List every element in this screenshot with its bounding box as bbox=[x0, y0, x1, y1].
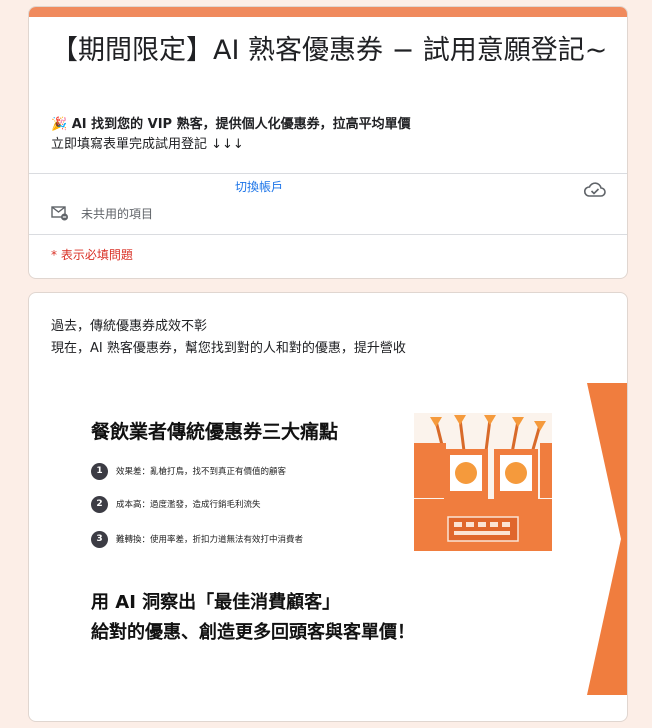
pain-point-text: 成本高：過度濫發，造成行銷毛利流失 bbox=[116, 500, 261, 510]
banner-heading: 餐飲業者傳統優惠券三大痛點 bbox=[91, 421, 339, 443]
form-description-line2: 立即填寫表單完成試用登記 ↓↓↓ bbox=[51, 137, 244, 152]
pain-point-2: 2 成本高：過度濫發，造成行銷毛利流失 bbox=[91, 494, 261, 514]
pain-point-number: 1 bbox=[91, 462, 108, 480]
pain-point-3: 3 難轉換：使用率差，折扣力道無法有效打中消費者 bbox=[91, 529, 303, 549]
intro-text-line2: 現在，AI 熟客優惠券，幫您找到對的人和對的優惠，提升營收 bbox=[51, 341, 406, 356]
intro-card: 過去，傳統優惠券成效不彰 現在，AI 熟客優惠券，幫您找到對的人和對的優惠，提升… bbox=[28, 292, 628, 722]
target-customers-illustration bbox=[414, 413, 552, 551]
banner-cta-line1: 用 AI 洞察出「最佳消費顧客」 bbox=[91, 592, 341, 613]
cloud-check-icon[interactable] bbox=[583, 180, 607, 200]
switch-account-link[interactable]: 切換帳戶 bbox=[235, 178, 283, 195]
pain-point-text: 難轉換：使用率差，折扣力道無法有效打中消費者 bbox=[116, 535, 304, 545]
promo-banner-image: 餐飲業者傳統優惠券三大痛點 1 效果差：亂槍打鳥，找不到真正有價值的顧客 2 成… bbox=[51, 383, 627, 701]
required-note: * 表示必填問題 bbox=[51, 248, 133, 262]
pain-point-text: 效果差：亂槍打鳥，找不到真正有價值的顧客 bbox=[116, 467, 287, 477]
header-divider bbox=[29, 173, 627, 174]
form-header-card: 【期間限定】AI 熟客優惠券 − 試用意願登記~ 🎉 AI 找到您的 VIP 熟… bbox=[28, 6, 628, 279]
form-description-line1: 🎉 AI 找到您的 VIP 熟客，提供個人化優惠券，拉高平均單價 bbox=[51, 117, 411, 132]
banner-cta-line2: 給對的優惠、創造更多回頭客與客單價！ bbox=[91, 622, 415, 643]
pain-point-number: 3 bbox=[91, 530, 108, 548]
pain-point-number: 2 bbox=[91, 495, 108, 513]
banner-side-stripe bbox=[587, 383, 627, 695]
pain-point-1: 1 效果差：亂槍打鳥，找不到真正有價值的顧客 bbox=[91, 461, 286, 481]
intro-text-line1: 過去，傳統優惠券成效不彰 bbox=[51, 319, 208, 334]
header-accent-bar bbox=[29, 7, 627, 17]
mail-not-shared-icon bbox=[51, 205, 69, 221]
form-title: 【期間限定】AI 熟客優惠券 − 試用意願登記~ bbox=[51, 35, 608, 66]
header-divider-2 bbox=[29, 234, 627, 235]
not-shared-label: 未共用的項目 bbox=[81, 207, 154, 221]
